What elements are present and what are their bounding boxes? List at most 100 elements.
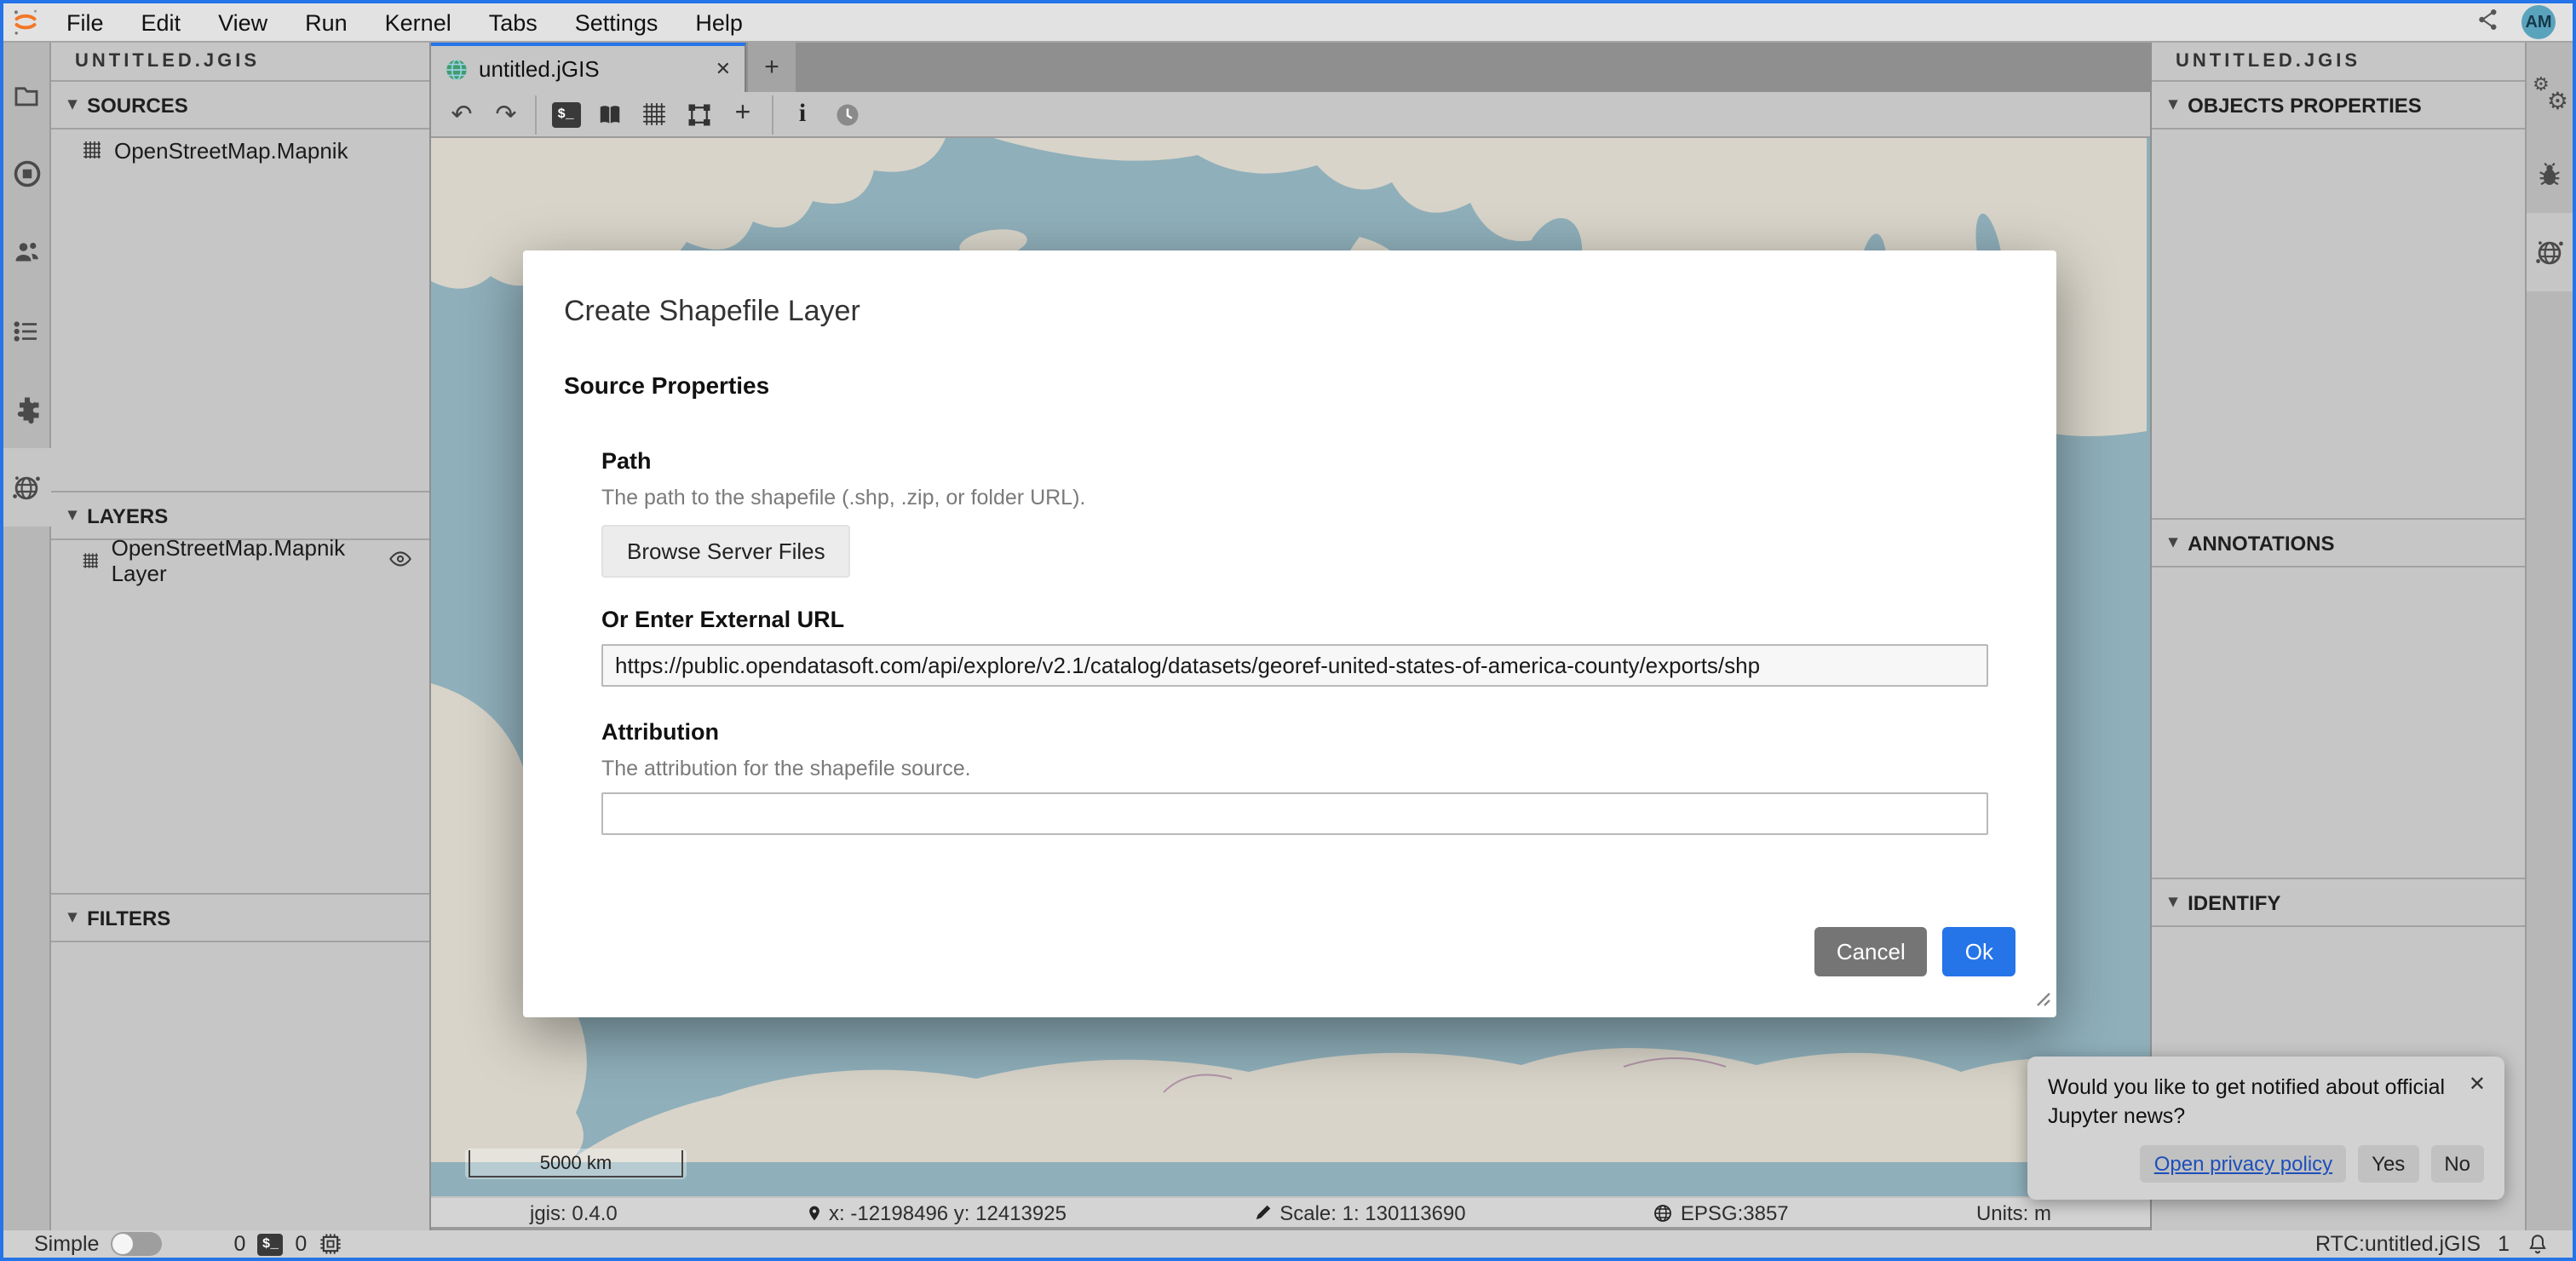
path-caption: The path to the shapefile (.shp, .zip, o…: [601, 486, 1988, 510]
toast-no-button[interactable]: No: [2430, 1145, 2484, 1183]
toast-yes-button[interactable]: Yes: [2358, 1145, 2418, 1183]
right-activity-bar: ⚙⚙: [2525, 43, 2573, 1230]
dialog-section-header: Source Properties: [564, 371, 2015, 399]
info-icon[interactable]: i: [782, 95, 823, 134]
gis-toolbar: ↶ ↷ $_ + i: [431, 92, 2150, 138]
cancel-button[interactable]: Cancel: [1814, 927, 1928, 976]
filters-body: [51, 942, 429, 1230]
raster-grid-icon: [82, 550, 100, 571]
sources-list: OpenStreetMap.Mapnik: [51, 130, 429, 492]
layers-list: OpenStreetMap.Mapnik Layer: [51, 540, 429, 895]
toast-message: Would you like to get notified about off…: [2048, 1074, 2484, 1130]
menu-kernel[interactable]: Kernel: [366, 9, 470, 35]
share-icon[interactable]: [2475, 7, 2501, 37]
jgis-version: jgis: 0.4.0: [530, 1201, 618, 1224]
eye-icon[interactable]: [388, 546, 412, 575]
map-pin-icon: [805, 1202, 822, 1223]
ok-button[interactable]: Ok: [1943, 927, 2015, 976]
main-dock: untitled.jGIS ✕ + ↶ ↷ $_ +: [431, 43, 2150, 1230]
identify-header[interactable]: ▾ IDENTIFY: [2152, 879, 2525, 927]
users-icon[interactable]: [3, 213, 50, 291]
files-icon[interactable]: [3, 56, 50, 135]
chevron-down-icon: ▾: [68, 908, 77, 927]
property-inspector-gears-icon[interactable]: ⚙⚙: [2526, 56, 2573, 135]
dialog-resize-handle[interactable]: [2034, 987, 2051, 1012]
jupyter-news-toast: Would you like to get notified about off…: [2027, 1057, 2504, 1200]
sources-section-header[interactable]: ▾ SOURCES: [51, 82, 429, 130]
map-canvas[interactable]: 5000 km Create Shapefile Layer Source Pr…: [431, 138, 2150, 1196]
kernel-terminal-status[interactable]: 0 $_ 0: [233, 1232, 342, 1256]
add-icon[interactable]: +: [722, 95, 763, 134]
chevron-down-icon: ▾: [68, 506, 77, 525]
tab-close-icon[interactable]: ✕: [716, 58, 731, 80]
path-label: Path: [601, 448, 1988, 474]
menu-view[interactable]: View: [199, 9, 286, 35]
open-privacy-policy-button[interactable]: Open privacy policy: [2141, 1145, 2346, 1183]
rtc-session-label: RTC:untitled.jGIS: [2315, 1232, 2481, 1256]
dialog-title: Create Shapefile Layer: [564, 295, 2015, 329]
debugger-bug-icon[interactable]: [2526, 135, 2573, 213]
layer-item[interactable]: OpenStreetMap.Mapnik Layer: [51, 540, 429, 581]
menu-run[interactable]: Run: [286, 9, 366, 35]
app-shell: UNTITLED.JGIS ▾ SOURCES OpenStreetMap.Ma…: [3, 43, 2573, 1230]
annotations-header[interactable]: ▾ ANNOTATIONS: [2152, 520, 2525, 567]
map-statusbar: jgis: 0.4.0 x: -12198496 y: 12413925 Sca…: [431, 1196, 2150, 1230]
tab-untitled-jgis[interactable]: untitled.jGIS ✕: [431, 43, 746, 92]
console-terminal-icon[interactable]: $_: [545, 95, 586, 134]
browse-server-files-button[interactable]: Browse Server Files: [601, 525, 851, 578]
jgis-globe-icon[interactable]: [3, 448, 50, 527]
kernel-count: 0: [295, 1232, 307, 1256]
menubar: File Edit View Run Kernel Tabs Settings …: [3, 3, 2573, 43]
tab-bar: untitled.jGIS ✕ +: [431, 43, 2150, 92]
right-panel-title: UNTITLED.JGIS: [2152, 43, 2525, 82]
new-tab-button[interactable]: +: [748, 43, 796, 92]
menu-file[interactable]: File: [48, 9, 123, 35]
objects-properties-header[interactable]: ▾ OBJECTS PROPERTIES: [2152, 82, 2525, 130]
bell-icon[interactable]: [2527, 1232, 2549, 1256]
kernel-chip-icon: [319, 1232, 342, 1256]
running-icon[interactable]: [3, 135, 50, 213]
map-projection-epsg: EPSG:3857: [1653, 1201, 1789, 1224]
undo-icon[interactable]: ↶: [441, 95, 482, 134]
globe-icon: [1653, 1202, 1674, 1223]
toc-icon[interactable]: [3, 291, 50, 370]
vector-square-icon[interactable]: [678, 95, 719, 134]
window-statusbar: Simple 0 $_ 0 RTC:untitled.jGIS 1: [3, 1230, 2573, 1258]
redo-icon[interactable]: ↷: [486, 95, 526, 134]
basemap-book-icon[interactable]: [589, 95, 630, 134]
chevron-down-icon: ▾: [68, 95, 77, 114]
menu-tabs[interactable]: Tabs: [470, 9, 556, 35]
right-sidebar-panel: UNTITLED.JGIS ▾ OBJECTS PROPERTIES ▾ ANN…: [2150, 43, 2525, 1230]
menu-settings[interactable]: Settings: [556, 9, 677, 35]
jgis-globe-icon[interactable]: [2526, 213, 2573, 291]
objects-properties-body: [2152, 130, 2525, 520]
menu-edit[interactable]: Edit: [123, 9, 200, 35]
raster-grid-icon[interactable]: [634, 95, 675, 134]
create-shapefile-layer-dialog: Create Shapefile Layer Source Properties…: [523, 250, 2056, 1017]
annotations-body: [2152, 567, 2525, 879]
pencil-icon: [1254, 1203, 1273, 1222]
simple-mode-toggle[interactable]: [111, 1232, 162, 1256]
clock-icon[interactable]: [826, 95, 867, 134]
pointer-coordinates: x: -12198496 y: 12413925: [805, 1201, 1067, 1224]
toast-close-icon[interactable]: ✕: [2469, 1072, 2486, 1096]
jupyterlab-window: File Edit View Run Kernel Tabs Settings …: [0, 0, 2576, 1261]
map-scale: Scale: 1: 130113690: [1254, 1201, 1465, 1224]
jupyter-logo-icon: [3, 7, 48, 37]
filters-section-header[interactable]: ▾ FILTERS: [51, 895, 429, 942]
menu-help[interactable]: Help: [676, 9, 762, 35]
map-scale-bar: 5000 km: [465, 1149, 687, 1179]
extensions-icon[interactable]: [3, 370, 50, 448]
jgis-file-icon: [445, 57, 469, 81]
source-item[interactable]: OpenStreetMap.Mapnik: [51, 130, 429, 170]
layers-section-header[interactable]: ▾ LAYERS: [51, 492, 429, 540]
user-avatar[interactable]: AM: [2521, 5, 2556, 39]
dialog-form: Path The path to the shapefile (.shp, .z…: [564, 423, 2015, 838]
chevron-down-icon: ▾: [2169, 893, 2177, 912]
simple-mode-label: Simple: [34, 1232, 99, 1256]
external-url-input[interactable]: [601, 644, 1988, 687]
notification-count: 1: [2498, 1232, 2510, 1256]
attribution-input[interactable]: [601, 792, 1988, 835]
terminal-icon: $_: [257, 1233, 283, 1255]
left-sidebar-panel: UNTITLED.JGIS ▾ SOURCES OpenStreetMap.Ma…: [51, 43, 431, 1230]
